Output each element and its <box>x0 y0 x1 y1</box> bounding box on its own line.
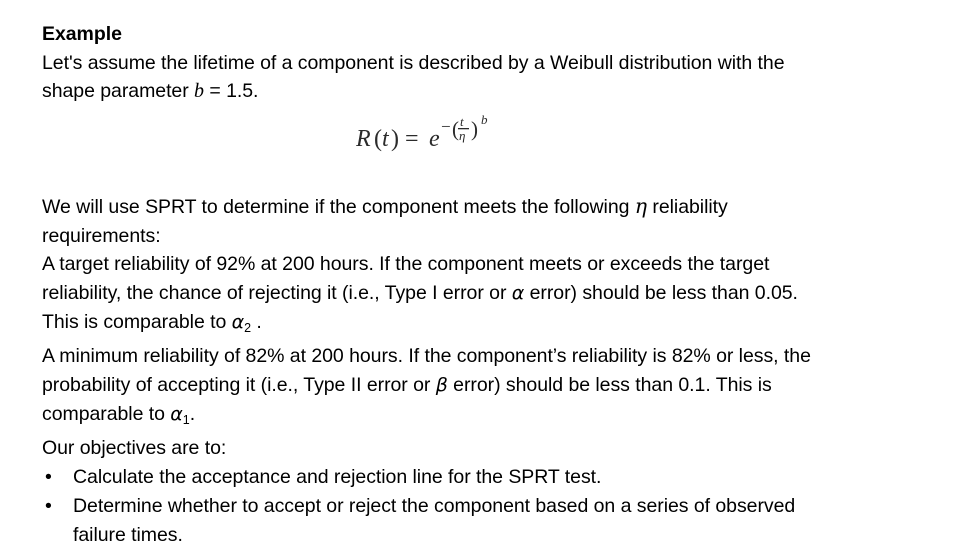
blank-line-spacer <box>42 163 942 192</box>
body-line-8: comparable to α1. <box>42 400 942 435</box>
intro-line-2-prefix: shape parameter <box>42 80 195 103</box>
list-item: • Calculate the acceptance and rejection … <box>42 463 942 492</box>
svg-text:(: ( <box>374 126 382 152</box>
intro-line-2: shape parameter b = 1.5. <box>42 77 942 106</box>
body-line-4: reliability, the chance of rejecting it … <box>42 279 942 308</box>
body-line-4-prefix: reliability, the chance of rejecting it … <box>42 281 512 304</box>
body-line-7-suffix: error) should be less than 0.1. This is <box>447 374 772 397</box>
body-line-3: A target reliability of 92% at 200 hours… <box>42 253 770 276</box>
beta-symbol: β <box>435 374 448 397</box>
body-line-7: probability of accepting it (i.e., Type … <box>42 371 942 400</box>
list-item-label: Determine whether to accept or reject th… <box>73 494 796 517</box>
shape-parameter-symbol: b <box>194 80 204 103</box>
page-title: Example <box>42 23 122 45</box>
list-item-label: Calculate the acceptance and rejection l… <box>73 466 602 489</box>
svg-text:R: R <box>356 126 371 152</box>
body-line-8-prefix: comparable to <box>42 402 171 425</box>
alpha-1-subscript: 1 <box>182 412 190 427</box>
body-line-1-suffix: reliability <box>647 195 728 218</box>
alpha-symbol-1: α <box>170 402 183 425</box>
body-line-6: A minimum reliability of 82% at 200 hour… <box>42 345 811 368</box>
body-line-5: This is comparable to α2 . <box>42 308 942 343</box>
list-item: • Determine whether to accept or reject t… <box>42 492 942 521</box>
body-line-7-prefix: probability of accepting it (i.e., Type … <box>42 374 436 397</box>
objectives-label: Our objectives are to: <box>42 437 227 460</box>
svg-text:η: η <box>459 128 465 143</box>
eta-symbol: η <box>634 193 648 218</box>
intro-line-2-suffix: = 1.5. <box>204 80 259 103</box>
alpha-2-subscript: 2 <box>244 320 252 335</box>
svg-text:): ) <box>471 117 478 141</box>
svg-text:): ) <box>391 126 399 152</box>
slide-text-block: Example Let's assume the lifetime of a c… <box>42 20 942 549</box>
svg-text:t: t <box>382 126 390 152</box>
list-item-continuation: failure times. <box>73 523 183 546</box>
body-line-4-suffix: error) should be less than 0.05. <box>524 281 798 304</box>
svg-text:e: e <box>429 126 440 152</box>
svg-text:b: b <box>481 112 488 127</box>
svg-text:−: − <box>441 117 451 136</box>
alpha-symbol-type1: α <box>511 281 525 304</box>
svg-text:(: ( <box>452 117 459 141</box>
body-line-8-suffix: . <box>189 402 196 425</box>
svg-text:=: = <box>405 126 419 152</box>
body-line-1-prefix: We will use SPRT to determine if the com… <box>42 195 635 218</box>
intro-line-1: Let's assume the lifetime of a component… <box>42 51 785 74</box>
slide-canvas: Example Let's assume the lifetime of a c… <box>0 0 960 546</box>
svg-text:t: t <box>460 114 464 129</box>
alpha-symbol-2: α <box>231 310 245 333</box>
bullet-icon: • <box>45 494 52 517</box>
body-line-5-suffix: . <box>251 310 262 333</box>
weibull-reliability-formula: R ( t ) = e − ( t η ) b <box>356 112 504 158</box>
body-line-5-prefix: This is comparable to <box>42 310 232 333</box>
body-line-1: We will use SPRT to determine if the com… <box>42 192 942 222</box>
bullet-icon: • <box>45 466 52 489</box>
body-line-2: requirements: <box>42 224 161 247</box>
